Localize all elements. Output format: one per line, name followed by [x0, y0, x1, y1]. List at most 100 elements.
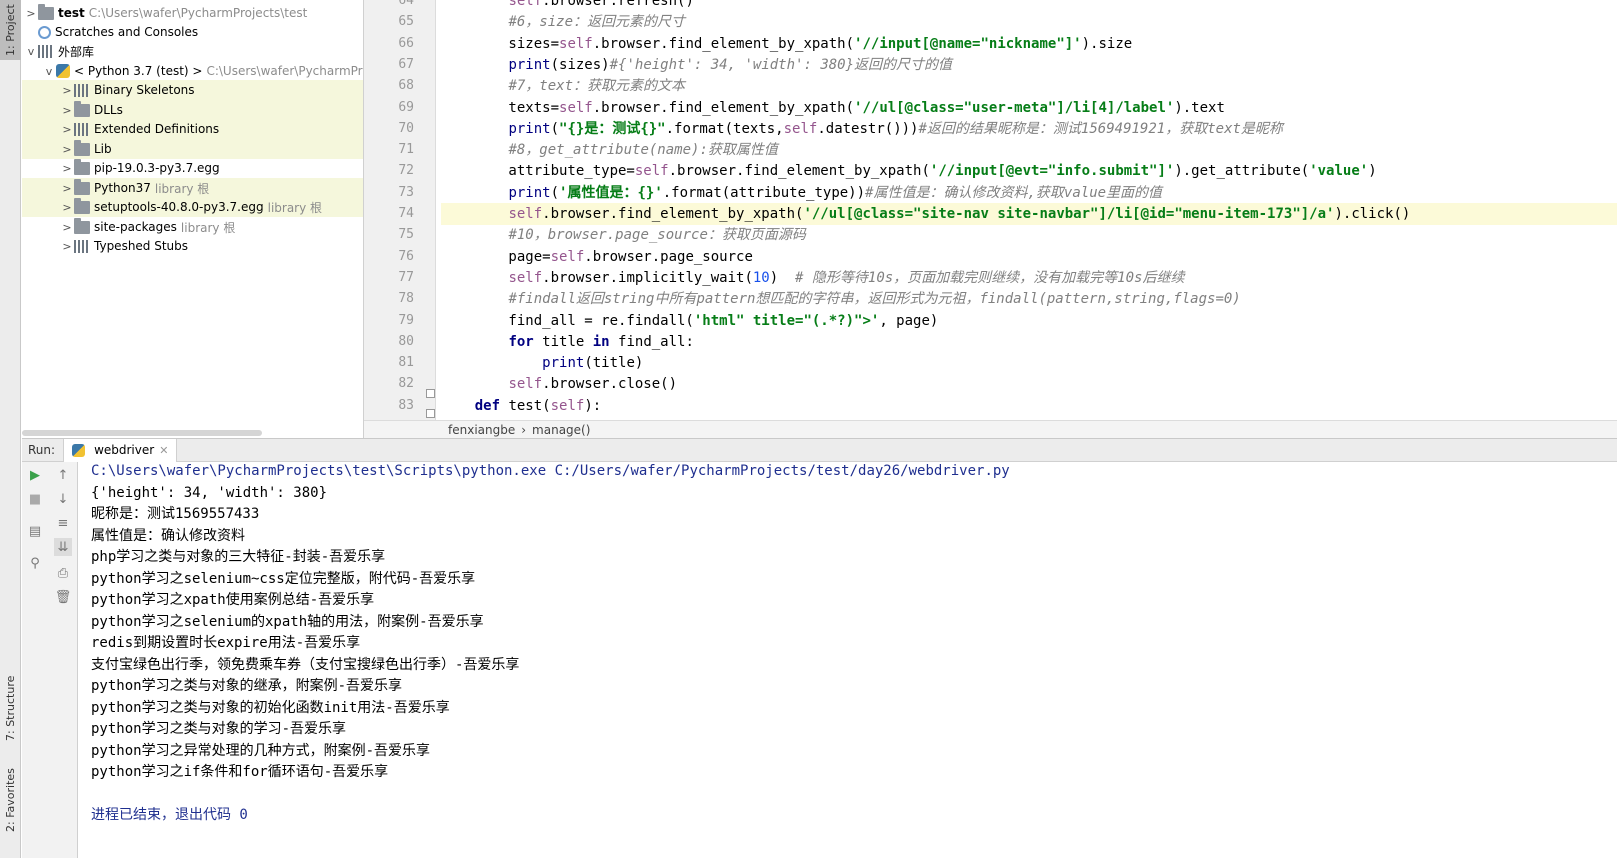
project-tool-tab[interactable]: 1: Project	[0, 0, 21, 60]
tree-item-suffix: library 根	[154, 181, 210, 196]
code-line[interactable]: #10，browser.page_source：获取页面源码	[441, 224, 1617, 246]
code-line[interactable]: find_all = re.findall('html" title="(.*?…	[441, 310, 1617, 332]
console-output-line: php学习之类与对象的三大特征-封装-吾爱乐享	[91, 549, 386, 565]
code-line[interactable]: texts=self.browser.find_element_by_xpath…	[441, 97, 1617, 119]
left-tool-stripe: 1: Project 7: Structure 2: Favorites	[0, 0, 21, 858]
tree-item-label: test	[58, 6, 85, 20]
layout-icon[interactable]: ▤	[26, 522, 44, 540]
breadcrumb-class[interactable]: fenxiangbe	[448, 423, 515, 437]
tree-item-python-sdk[interactable]: v < Python 3.7 (test) > C:\Users\wafer\P…	[22, 61, 363, 81]
tree-item-label: Binary Skeletons	[94, 83, 195, 97]
folder-icon	[74, 100, 90, 117]
chevron-right-icon[interactable]: >	[60, 201, 74, 214]
code-line[interactable]: #6，size：返回元素的尺寸	[441, 11, 1617, 33]
chevron-down-icon[interactable]: v	[42, 65, 56, 78]
code-line[interactable]: self.browser.refresh()	[441, 0, 1617, 12]
line-number: 83	[398, 397, 414, 413]
run-tool-window-header: Run: webdriver ✕	[22, 438, 1617, 462]
tree-item-typeshed-stubs[interactable]: > Typeshed Stubs	[22, 236, 363, 256]
library-icon	[74, 83, 90, 97]
line-number: 81	[398, 355, 414, 371]
console-output-line: redis到期设置时长expire用法-吾爱乐享	[91, 635, 361, 651]
python-icon	[72, 443, 86, 457]
tree-horizontal-scrollbar[interactable]	[22, 430, 262, 436]
chevron-right-icon[interactable]: >	[60, 221, 74, 234]
folder-icon	[38, 3, 54, 20]
tree-item-test[interactable]: > test C:\Users\wafer\PycharmProjects\te…	[22, 3, 363, 23]
tree-item-python37[interactable]: > Python37 library 根	[22, 178, 363, 198]
chevron-right-icon[interactable]: >	[24, 7, 38, 20]
scroll-to-end-icon[interactable]: ⇊	[54, 538, 72, 556]
line-number: 73	[398, 184, 414, 200]
code-line[interactable]: for title in find_all:	[441, 331, 1617, 353]
trash-icon[interactable]: 🗑	[54, 588, 72, 606]
chevron-right-icon[interactable]: >	[60, 84, 74, 97]
code-line[interactable]: print("{}是：测试{}".format(texts,self.dates…	[441, 118, 1617, 140]
line-number: 79	[398, 312, 414, 328]
tree-item-site-packages[interactable]: > site-packages library 根	[22, 217, 363, 237]
tree-item-label: site-packages	[94, 220, 177, 234]
run-console[interactable]: C:\Users\wafer\PycharmProjects\test\Scri…	[79, 462, 1617, 858]
code-line[interactable]: print(title)	[441, 352, 1617, 374]
close-icon[interactable]: ✕	[159, 444, 168, 457]
stop-icon[interactable]: ■	[26, 490, 44, 508]
line-number: 71	[398, 142, 414, 158]
tree-item-dlls[interactable]: > DLLs	[22, 100, 363, 120]
line-number: 69	[398, 99, 414, 115]
fold-marker-icon[interactable]	[426, 409, 435, 418]
console-output-line: python学习之selenium的xpath轴的用法，附案例-吾爱乐享	[91, 613, 484, 630]
tree-item-setuptools-egg[interactable]: > setuptools-40.8.0-py3.7.egg library 根	[22, 197, 363, 217]
breadcrumb-method[interactable]: manage()	[532, 423, 590, 437]
library-icon	[74, 239, 90, 253]
code-line[interactable]: def test(self):	[441, 395, 1617, 417]
code-line[interactable]: attribute_type=self.browser.find_element…	[441, 160, 1617, 182]
console-output-line: 昵称是：测试1569557433	[91, 506, 260, 522]
chevron-right-icon[interactable]: >	[60, 143, 74, 156]
code-editor[interactable]: 64 65 66 67 68 69 70 71 72 73 74 75 76 77 78 79 80 81 82 83…	[364, 0, 1617, 420]
code-line[interactable]: sizes=self.browser.find_element_by_xpath…	[441, 33, 1617, 55]
library-icon	[74, 122, 90, 136]
tree-item-scratches[interactable]: Scratches and Consoles	[22, 22, 363, 42]
code-line[interactable]: #findall返回string中所有pattern想匹配的字符串，返回形式为元…	[441, 288, 1617, 310]
console-output-line: {'height': 34, 'width': 380}	[91, 484, 328, 501]
tree-item-label: pip-19.0.3-py3.7.egg	[94, 161, 220, 175]
rerun-icon[interactable]: ▶	[26, 466, 44, 484]
soft-wrap-icon[interactable]: ≡	[54, 514, 72, 532]
code-line[interactable]: #7，text：获取元素的文本	[441, 75, 1617, 97]
chevron-right-icon[interactable]: >	[60, 104, 74, 117]
tree-item-extended-definitions[interactable]: > Extended Definitions	[22, 119, 363, 139]
tree-item-external-libs[interactable]: v 外部库	[22, 41, 363, 61]
chevron-right-icon[interactable]: >	[60, 123, 74, 136]
fold-marker-icon[interactable]	[426, 389, 435, 398]
code-line[interactable]: page=self.browser.page_source	[441, 246, 1617, 268]
code-line[interactable]: self.browser.find_element_by_xpath('//ul…	[441, 203, 1617, 225]
chevron-right-icon: ›	[521, 422, 527, 437]
run-tab-webdriver[interactable]: webdriver ✕	[63, 438, 178, 462]
code-line[interactable]: self.browser.implicitly_wait(10) # 隐形等待1…	[441, 267, 1617, 289]
arrow-down-icon[interactable]: ↓	[54, 490, 72, 508]
chevron-right-icon[interactable]: >	[60, 182, 74, 195]
print-icon[interactable]: ⎙	[54, 564, 72, 582]
favorites-tool-tab[interactable]: 2: Favorites	[0, 760, 21, 840]
pin-icon[interactable]: ⚲	[26, 554, 44, 572]
tree-item-binary-skeletons[interactable]: > Binary Skeletons	[22, 80, 363, 100]
chevron-right-icon[interactable]: >	[60, 162, 74, 175]
line-number: 75	[398, 227, 414, 243]
arrow-up-icon[interactable]: ↑	[54, 466, 72, 484]
run-tab-label: webdriver	[94, 443, 155, 457]
pycharm-window: 1: Project 7: Structure 2: Favorites > t…	[0, 0, 1617, 858]
code-line[interactable]: self.browser.close()	[441, 373, 1617, 395]
folder-icon	[74, 178, 90, 195]
tree-item-label: < Python 3.7 (test) >	[74, 64, 203, 78]
folder-icon	[74, 197, 90, 214]
chevron-down-icon[interactable]: v	[24, 45, 38, 58]
tree-item-pip-egg[interactable]: > pip-19.0.3-py3.7.egg	[22, 158, 363, 178]
line-number: 77	[398, 269, 414, 285]
code-line[interactable]: print(sizes)#{'height': 34, 'width': 380…	[441, 54, 1617, 76]
code-line[interactable]: print('属性值是：{}'.format(attribute_type))#…	[441, 182, 1617, 204]
console-output-line: python学习之异常处理的几种方式，附案例-吾爱乐享	[91, 742, 430, 759]
tree-item-lib[interactable]: > Lib	[22, 139, 363, 159]
chevron-right-icon[interactable]: >	[60, 240, 74, 253]
structure-tool-tab[interactable]: 7: Structure	[0, 668, 21, 748]
code-line[interactable]: #8，get_attribute(name):获取属性值	[441, 139, 1617, 161]
